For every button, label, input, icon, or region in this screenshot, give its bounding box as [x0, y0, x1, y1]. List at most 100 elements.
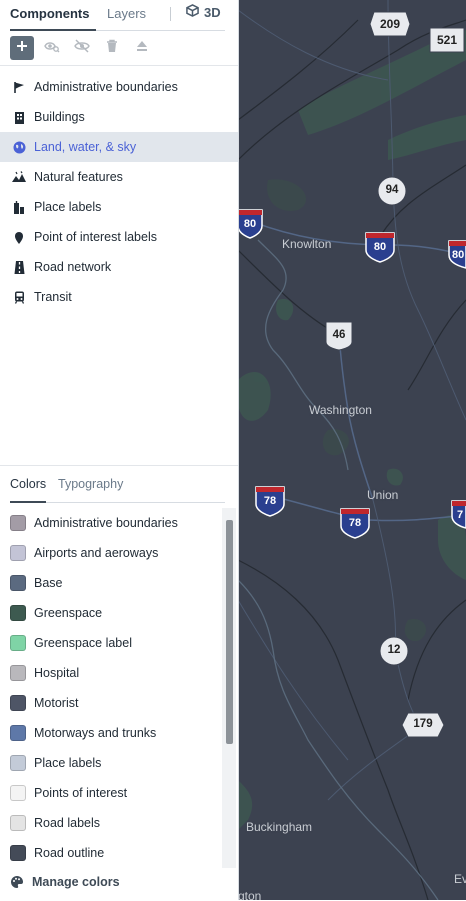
tab-colors[interactable]: Colors — [10, 477, 46, 491]
palette-icon — [10, 875, 24, 889]
plus-icon — [15, 39, 29, 58]
color-label: Motorist — [34, 696, 79, 710]
interstate-shield-78: 78 — [348, 517, 362, 529]
tab-layers[interactable]: Layers — [107, 6, 146, 21]
color-swatch[interactable] — [10, 665, 26, 681]
color-swatch[interactable] — [10, 755, 26, 771]
mountain-icon — [12, 170, 26, 184]
add-component-button[interactable] — [10, 36, 34, 60]
component-label: Land, water, & sky — [34, 140, 137, 154]
train-icon — [12, 290, 26, 304]
color-label: Motorways and trunks — [34, 726, 157, 740]
place-label-union: Union — [367, 488, 399, 502]
color-item[interactable]: Road outline — [0, 838, 222, 866]
tab-underline — [10, 29, 96, 31]
building-icon — [12, 110, 26, 124]
component-item-road-network[interactable]: Road network — [0, 252, 238, 282]
color-list: Administrative boundaries Airports and a… — [0, 508, 222, 866]
eye-off-icon — [74, 38, 90, 58]
color-label: Greenspace label — [34, 636, 132, 650]
color-label: Base — [34, 576, 63, 590]
eject-icon — [136, 39, 148, 58]
component-label: Buildings — [34, 110, 85, 124]
map-terrain — [238, 0, 466, 900]
component-item-place-labels[interactable]: Place labels — [0, 192, 238, 222]
color-item[interactable]: Greenspace label — [0, 628, 222, 658]
panel-tabs: Components Layers 3D — [10, 0, 225, 31]
globe-icon — [12, 140, 26, 154]
route-shield-179: 179 — [413, 718, 433, 730]
colors-section: Colors Typography Administrative boundar… — [0, 465, 238, 901]
component-label: Natural features — [34, 170, 123, 184]
component-item-land-water-sky[interactable]: Land, water, & sky — [0, 132, 238, 162]
color-item[interactable]: Place labels — [0, 748, 222, 778]
place-label-washington: Washington — [309, 403, 372, 417]
filter-visible-button[interactable] — [40, 36, 64, 60]
tab-3d-label: 3D — [204, 4, 221, 20]
color-label: Points of interest — [34, 786, 128, 800]
component-label: Road network — [34, 260, 112, 274]
color-item[interactable]: Administrative boundaries — [0, 508, 222, 538]
place-label-buckingham: Buckingham — [246, 820, 313, 834]
component-list: Administrative boundaries Buildings Land… — [0, 72, 238, 312]
component-item-transit[interactable]: Transit — [0, 282, 238, 312]
route-shield-12: 12 — [387, 644, 401, 656]
color-swatch[interactable] — [10, 815, 26, 831]
color-label: Hospital — [34, 666, 80, 680]
interstate-shield-80: 80 — [373, 241, 387, 253]
flag-icon — [12, 80, 26, 94]
route-shield-46: 46 — [332, 329, 346, 341]
color-label: Administrative boundaries — [34, 516, 178, 530]
interstate-shield-80-west: 80 — [243, 218, 257, 230]
color-swatch[interactable] — [10, 725, 26, 741]
manage-colors-button[interactable]: Manage colors — [10, 875, 120, 889]
color-swatch[interactable] — [10, 545, 26, 561]
interstate-shield-78-east: 7 — [457, 509, 464, 521]
color-swatch[interactable] — [10, 605, 26, 621]
route-shield-209: 209 — [379, 17, 401, 31]
color-item[interactable]: Road labels — [0, 808, 222, 838]
color-swatch[interactable] — [10, 695, 26, 711]
component-toolbar — [10, 36, 154, 60]
eject-component-button[interactable] — [130, 36, 154, 60]
component-label: Place labels — [34, 200, 102, 214]
color-label: Greenspace — [34, 606, 103, 620]
toolbar-divider — [0, 65, 238, 66]
style-panel: Components Layers 3D Administrative boun… — [0, 0, 239, 900]
map-canvas[interactable]: 209 521 94 80 80 80 46 78 78 7 12 179 Kn… — [238, 0, 466, 900]
place-label-ev: Ev — [454, 872, 466, 886]
color-swatch[interactable] — [10, 515, 26, 531]
color-list-scrollbar[interactable] — [226, 520, 233, 744]
color-item[interactable]: Motorways and trunks — [0, 718, 222, 748]
color-item[interactable]: Base — [0, 568, 222, 598]
color-item[interactable]: Points of interest — [0, 778, 222, 808]
interstate-shield-78-west: 78 — [263, 495, 277, 507]
trash-icon — [106, 39, 118, 58]
place-label-gton: gton — [238, 889, 262, 900]
color-item[interactable]: Hospital — [0, 658, 222, 688]
color-swatch[interactable] — [10, 575, 26, 591]
delete-component-button[interactable] — [100, 36, 124, 60]
hide-component-button[interactable] — [70, 36, 94, 60]
color-item[interactable]: Airports and aeroways — [0, 538, 222, 568]
color-swatch[interactable] — [10, 845, 26, 861]
component-label: Point of interest labels — [34, 230, 157, 244]
tab-components[interactable]: Components — [10, 6, 89, 21]
tab-3d[interactable]: 3D — [186, 4, 221, 20]
road-icon — [12, 260, 26, 274]
color-item[interactable]: Motorist — [0, 688, 222, 718]
colors-tabs: Colors Typography — [10, 466, 225, 503]
color-label: Place labels — [34, 756, 102, 770]
place-label-knowlton: Knowlton — [282, 237, 332, 251]
color-swatch[interactable] — [10, 635, 26, 651]
component-item-administrative-boundaries[interactable]: Administrative boundaries — [0, 72, 238, 102]
eye-search-icon — [44, 39, 60, 58]
component-item-poi-labels[interactable]: Point of interest labels — [0, 222, 238, 252]
component-label: Transit — [34, 290, 72, 304]
color-swatch[interactable] — [10, 785, 26, 801]
color-label: Airports and aeroways — [34, 546, 159, 560]
tab-typography[interactable]: Typography — [58, 477, 123, 491]
color-item[interactable]: Greenspace — [0, 598, 222, 628]
component-item-buildings[interactable]: Buildings — [0, 102, 238, 132]
component-item-natural-features[interactable]: Natural features — [0, 162, 238, 192]
